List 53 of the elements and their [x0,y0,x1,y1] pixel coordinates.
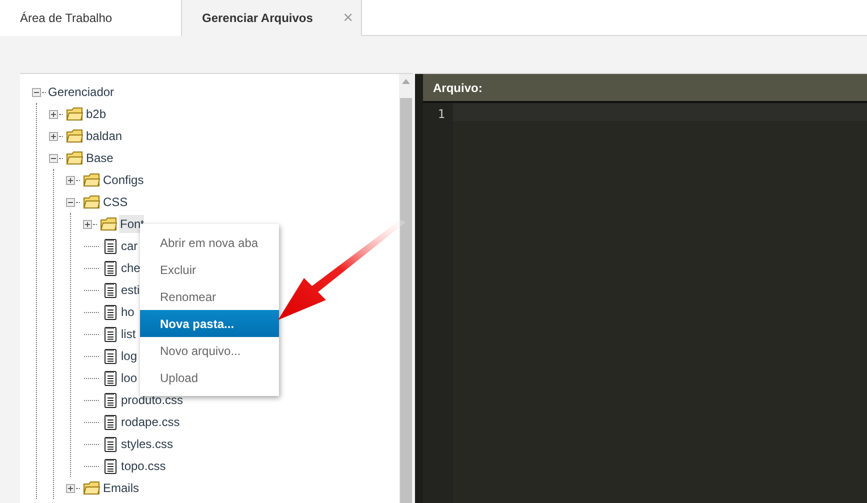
file-name[interactable]: log [120,347,138,365]
document-icon [104,304,117,320]
document-icon [104,326,117,342]
document-icon [104,458,117,474]
file-name[interactable]: car [120,237,138,255]
line-number: 1 [438,107,445,121]
expand-icon[interactable] [66,484,75,492]
collapse-icon[interactable] [66,198,75,206]
expand-icon[interactable] [83,220,92,228]
folder-icon [83,481,100,495]
file-name[interactable]: list [120,325,136,343]
menu-item[interactable]: Abrir em nova aba [140,229,279,256]
folder-name[interactable]: baldan [85,127,122,145]
menu-item[interactable]: Novo arquivo... [140,337,279,364]
menu-item[interactable]: Excluir [140,256,279,283]
file-name[interactable]: ho [120,303,134,321]
folder-name[interactable]: CSS [102,193,128,211]
document-icon [104,392,117,408]
folder-name[interactable]: b2b [85,105,106,123]
file-name[interactable]: rodape.css [120,413,180,431]
folder-name[interactable]: Gerenciador [47,83,114,101]
expand-icon[interactable] [49,132,58,140]
file-name[interactable]: esti [120,281,140,299]
folder-name[interactable]: Base [85,149,114,167]
document-icon [104,282,117,298]
file-name[interactable]: loo [120,369,138,387]
folder-name[interactable]: Configs [102,171,144,189]
menu-item[interactable]: Renomear [140,283,279,310]
folder-name[interactable]: Emails [102,479,140,497]
document-icon [104,348,117,364]
folder-icon [66,151,83,165]
menu-item[interactable]: Nova pasta... [140,310,279,337]
expand-icon[interactable] [66,176,75,184]
menu-item[interactable]: Upload [140,364,279,391]
folder-icon [66,107,83,121]
folder-icon [100,217,117,231]
collapse-icon[interactable] [32,88,41,96]
document-icon [104,414,117,430]
collapse-icon[interactable] [49,154,58,162]
document-icon [104,436,117,452]
tab[interactable]: Gerenciar Arquivos × [181,0,362,36]
file-name[interactable]: topo.css [120,457,166,475]
folder-icon [83,195,100,209]
folder-icon [66,129,83,143]
editor-header: Arquivo: [423,74,867,103]
folder-icon [83,173,100,187]
expand-icon[interactable] [49,110,58,118]
file-name[interactable]: styles.css [120,435,174,453]
document-icon [104,238,117,254]
document-icon [104,260,117,276]
file-name[interactable]: che [120,259,140,277]
document-icon [104,370,117,386]
scrollbar[interactable] [399,74,413,503]
